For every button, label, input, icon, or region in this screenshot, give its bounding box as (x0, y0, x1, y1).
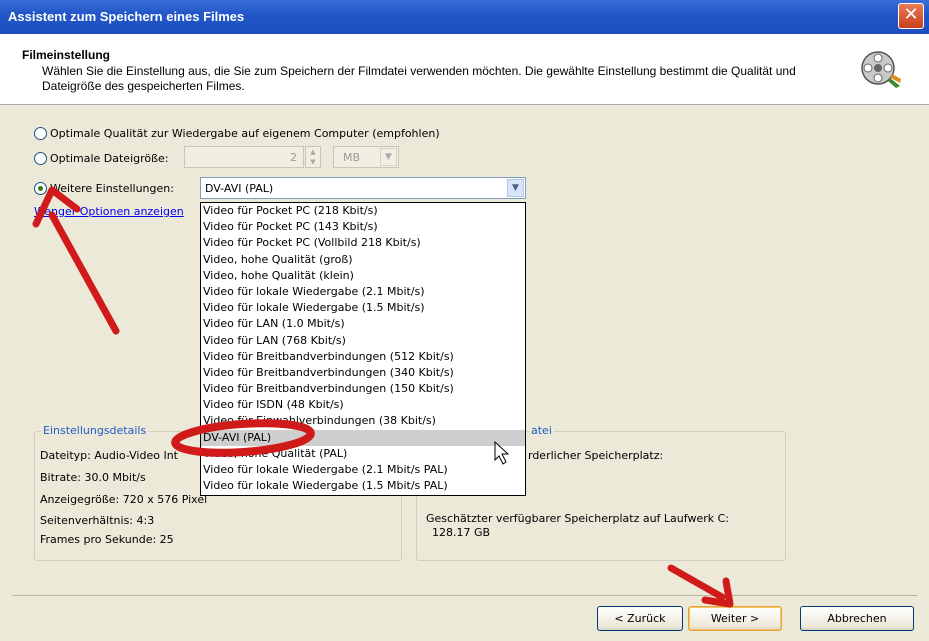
back-button[interactable]: < Zurück (597, 606, 683, 631)
radio-more-settings[interactable] (34, 181, 47, 195)
option-best-size-label: Optimale Dateigröße: (50, 151, 169, 165)
dropdown-option[interactable]: Video, hohe Qualität (klein) (201, 268, 525, 284)
available-space-label: Geschätzter verfügbarer Speicherplatz au… (426, 512, 729, 525)
arrow-annotation-up (48, 211, 120, 335)
fewer-options-link-head: Wen (34, 205, 58, 218)
settings-details-title: Einstellungsdetails (41, 424, 149, 437)
arrow-annotation-down-head (701, 577, 734, 608)
option-best-size[interactable]: Optimale Dateigröße: (34, 149, 169, 167)
detail-display-size: Anzeigegröße: 720 x 576 Pixel (40, 493, 208, 506)
radio-best-quality[interactable] (34, 126, 47, 140)
dropdown-option[interactable]: Video für Pocket PC (218 Kbit/s) (201, 203, 525, 219)
dropdown-option[interactable]: Video für lokale Wiedergabe (1.5 Mbit/s) (201, 300, 525, 316)
settings-dropdown-list[interactable]: Video für Pocket PC (218 Kbit/s) Video fü… (200, 202, 526, 496)
more-settings-select[interactable]: DV-AVI (PAL) ▼ (200, 177, 526, 199)
option-more-settings[interactable]: Weitere Einstellungen: (34, 179, 174, 197)
fewer-options-link-tail: ger Optionen anzeigen (57, 205, 184, 218)
available-space-value: 128.17 GB (432, 526, 491, 539)
dropdown-option[interactable]: Video, hohe Qualität (groß) (201, 252, 525, 268)
arrow-annotation-down (667, 564, 726, 601)
dropdown-option[interactable]: Video für Pocket PC (143 Kbit/s) (201, 219, 525, 235)
dropdown-option[interactable]: DV-AVI (PAL) (201, 429, 525, 446)
file-info-title: atei (529, 424, 554, 437)
size-stepper[interactable]: ▲ ▼ (305, 146, 321, 168)
dropdown-option[interactable]: Video für lokale Wiedergabe (2.1 Mbit/s) (201, 284, 525, 300)
chevron-down-icon: ▼ (380, 148, 397, 166)
dropdown-option[interactable]: Video für lokale Wiedergabe (2.1 Mbit/s … (201, 462, 525, 478)
detail-fps: Frames pro Sekunde: 25 (40, 533, 174, 546)
close-icon[interactable]: ✕ (898, 3, 924, 29)
more-settings-value: DV-AVI (PAL) (205, 182, 274, 195)
option-best-quality[interactable]: Optimale Qualität zur Wiedergabe auf eig… (34, 124, 440, 142)
page-description: Wählen Sie die Einstellung aus, die Sie … (42, 64, 796, 93)
radio-best-size[interactable] (34, 151, 47, 165)
next-button[interactable]: Weiter > (688, 606, 782, 631)
required-space-label: rderlicher Speicherplatz: (528, 449, 664, 462)
size-unit-select[interactable]: MB ▼ (333, 146, 399, 168)
dropdown-option[interactable]: Video für Einwahlverbindungen (38 Kbit/s… (201, 413, 525, 429)
cancel-button[interactable]: Abbrechen (800, 606, 914, 631)
detail-aspect-ratio: Seitenverhältnis: 4:3 (40, 514, 155, 527)
dropdown-option[interactable]: Video, hohe Qualität (PAL) (201, 446, 525, 462)
footer-divider (12, 595, 917, 596)
size-value-field[interactable]: 2 (184, 146, 304, 168)
fewer-options-link[interactable]: Wenger Optionen anzeigen (34, 205, 184, 218)
dropdown-option[interactable]: Video für LAN (768 Kbit/s) (201, 333, 525, 349)
dropdown-option[interactable]: Video für Breitbandverbindungen (340 Kbi… (201, 365, 525, 381)
dropdown-option[interactable]: Video für Breitbandverbindungen (150 Kbi… (201, 381, 525, 397)
film-reel-icon (861, 51, 901, 88)
page-title: Filmeinstellung (22, 48, 111, 62)
size-value: 2 (290, 151, 297, 164)
option-best-quality-label: Optimale Qualität zur Wiedergabe auf eig… (50, 126, 440, 140)
chevron-down-icon[interactable]: ▼ (507, 179, 524, 197)
dropdown-option[interactable]: Video für LAN (1.0 Mbit/s) (201, 316, 525, 332)
dropdown-option[interactable]: Video für Breitbandverbindungen (512 Kbi… (201, 349, 525, 365)
dropdown-option[interactable]: Video für ISDN (48 Kbit/s) (201, 397, 525, 413)
title-bar: Assistent zum Speichern eines Filmes ✕ (0, 0, 929, 34)
dropdown-option[interactable]: Video für Pocket PC (Vollbild 218 Kbit/s… (201, 235, 525, 251)
wizard-header: Filmeinstellung Wählen Sie die Einstellu… (0, 34, 929, 105)
detail-file-type: Dateityp: Audio-Video Int (40, 449, 178, 462)
option-more-settings-label: Weitere Einstellungen: (50, 181, 174, 195)
detail-bitrate: Bitrate: 30.0 Mbit/s (40, 471, 146, 484)
dropdown-option[interactable]: Video für lokale Wiedergabe (1.5 Mbit/s … (201, 478, 525, 494)
size-unit-value: MB (343, 151, 361, 164)
window-title: Assistent zum Speichern eines Filmes (8, 9, 245, 24)
